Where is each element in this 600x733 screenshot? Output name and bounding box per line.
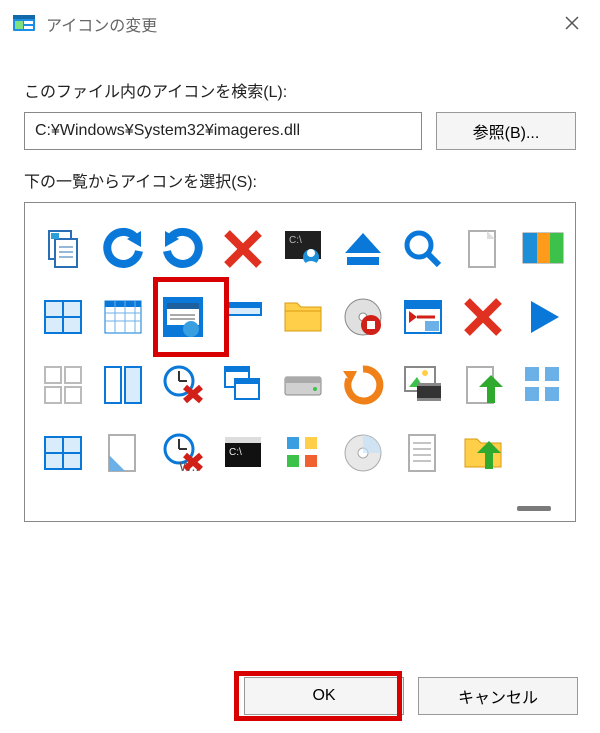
image-film-icon[interactable] bbox=[393, 351, 453, 419]
ok-button[interactable]: OK bbox=[244, 677, 404, 715]
select-label: 下の一覧からアイコンを選択(S): bbox=[24, 168, 576, 192]
disc-stop-icon[interactable] bbox=[333, 283, 393, 351]
undo-icon[interactable] bbox=[93, 215, 153, 283]
copy-document-icon[interactable] bbox=[33, 215, 93, 283]
registry-blocks-icon[interactable] bbox=[273, 419, 333, 487]
icon-path-input[interactable] bbox=[24, 112, 422, 150]
terminal-icon[interactable]: C:\ bbox=[213, 419, 273, 487]
search-magnifier-icon[interactable] bbox=[393, 215, 453, 283]
page-blank-icon[interactable] bbox=[453, 215, 513, 283]
cancel-button[interactable]: キャンセル bbox=[418, 677, 578, 715]
page-corner-icon[interactable] bbox=[93, 419, 153, 487]
page-lines-icon[interactable] bbox=[393, 419, 453, 487]
folder-upload-green-icon[interactable] bbox=[453, 419, 513, 487]
grid-empty-icon[interactable] bbox=[33, 351, 93, 419]
redo-icon[interactable] bbox=[153, 215, 213, 283]
play-blue-icon[interactable] bbox=[513, 283, 567, 351]
dialog-title: アイコンの変更 bbox=[46, 12, 157, 36]
disc-icon[interactable] bbox=[333, 419, 393, 487]
folder-yellow-icon[interactable] bbox=[273, 283, 333, 351]
page-upload-green-icon[interactable] bbox=[453, 351, 513, 419]
clock-warn-icon[interactable]: W.. bbox=[153, 419, 213, 487]
delete-x-red-icon[interactable] bbox=[213, 215, 273, 283]
spreadsheet-icon[interactable] bbox=[93, 283, 153, 351]
window-minimized-icon[interactable] bbox=[213, 283, 273, 351]
cmd-user-icon[interactable]: C:\ bbox=[273, 215, 333, 283]
window-grid-blue-icon[interactable] bbox=[33, 283, 93, 351]
dialog-buttons: OK キャンセル bbox=[244, 677, 578, 715]
hard-drive-icon[interactable] bbox=[273, 351, 333, 419]
titlebar: アイコンの変更 bbox=[0, 0, 600, 48]
scroll-indicator[interactable] bbox=[517, 506, 551, 511]
delete-x-red-icon[interactable] bbox=[453, 283, 513, 351]
close-button[interactable] bbox=[552, 8, 592, 38]
pane-split-icon[interactable] bbox=[93, 351, 153, 419]
spacer-icon[interactable] bbox=[513, 419, 567, 487]
browse-button[interactable]: 参照(B)... bbox=[436, 112, 576, 150]
windows-cascade-icon[interactable] bbox=[213, 351, 273, 419]
app-icon bbox=[12, 12, 36, 36]
dialog-content: このファイル内のアイコンを検索(L): 参照(B)... 下の一覧からアイコンを… bbox=[0, 48, 600, 522]
svg-text:C:\: C:\ bbox=[289, 235, 302, 246]
close-icon bbox=[564, 15, 580, 31]
window-quad-icon[interactable] bbox=[33, 419, 93, 487]
grid-move-icon[interactable] bbox=[513, 351, 567, 419]
refresh-orange-icon[interactable] bbox=[333, 351, 393, 419]
window-color-icon[interactable] bbox=[513, 215, 567, 283]
search-label: このファイル内のアイコンを検索(L): bbox=[24, 78, 576, 102]
calendar-goto-icon[interactable] bbox=[393, 283, 453, 351]
program-window-icon[interactable] bbox=[153, 283, 213, 351]
eject-blue-icon[interactable] bbox=[333, 215, 393, 283]
icon-list: C:\ W.. C:\ bbox=[24, 202, 576, 522]
clock-remove-icon[interactable] bbox=[153, 351, 213, 419]
svg-text:C:\: C:\ bbox=[229, 447, 242, 458]
